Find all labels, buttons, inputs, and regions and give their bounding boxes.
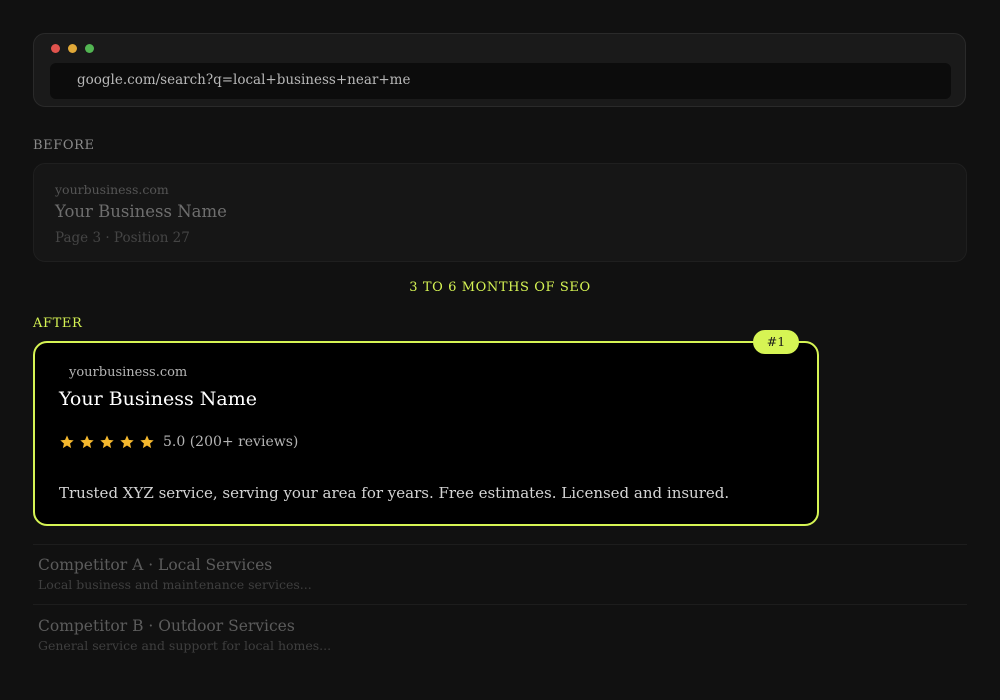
before-result-card: yourbusiness.com Your Business Name Page… — [33, 163, 967, 262]
transition-label: 3 TO 6 MONTHS OF SEO — [409, 280, 591, 295]
rank-badge: #1 — [753, 330, 799, 354]
after-result-card[interactable]: yourbusiness.com Your Business Name 5.0 … — [33, 341, 819, 526]
address-bar[interactable]: google.com/search?q=local+business+near+… — [50, 63, 951, 99]
divider — [33, 544, 967, 545]
star-icon — [60, 435, 74, 449]
competitor-title[interactable]: Competitor A · Local Services — [38, 556, 272, 574]
star-rating — [59, 434, 155, 450]
after-label: AFTER — [33, 316, 83, 331]
competitor-description: General service and support for local ho… — [38, 638, 332, 653]
star-icon — [80, 435, 94, 449]
address-bar-url: google.com/search?q=local+business+near+… — [77, 72, 411, 88]
competitor-description: Local business and maintenance services.… — [38, 577, 312, 592]
maximize-window-dot[interactable] — [85, 44, 94, 53]
competitor-title[interactable]: Competitor B · Outdoor Services — [38, 617, 295, 635]
before-result-url: yourbusiness.com — [55, 182, 169, 197]
close-window-dot[interactable] — [51, 44, 60, 53]
before-result-position: Page 3 · Position 27 — [55, 230, 190, 246]
before-result-title: Your Business Name — [55, 202, 227, 221]
divider — [33, 604, 967, 605]
after-result-url: yourbusiness.com — [69, 365, 188, 380]
star-icon — [140, 435, 154, 449]
star-icon — [120, 435, 134, 449]
after-result-description: Trusted XYZ service, serving your area f… — [59, 484, 730, 502]
minimize-window-dot[interactable] — [68, 44, 77, 53]
page: google.com/search?q=local+business+near+… — [0, 0, 1000, 700]
after-result-title[interactable]: Your Business Name — [59, 388, 257, 410]
before-label: BEFORE — [33, 138, 95, 153]
star-icon — [100, 435, 114, 449]
rating-text: 5.0 (200+ reviews) — [163, 434, 299, 450]
browser-window: google.com/search?q=local+business+near+… — [33, 33, 966, 107]
